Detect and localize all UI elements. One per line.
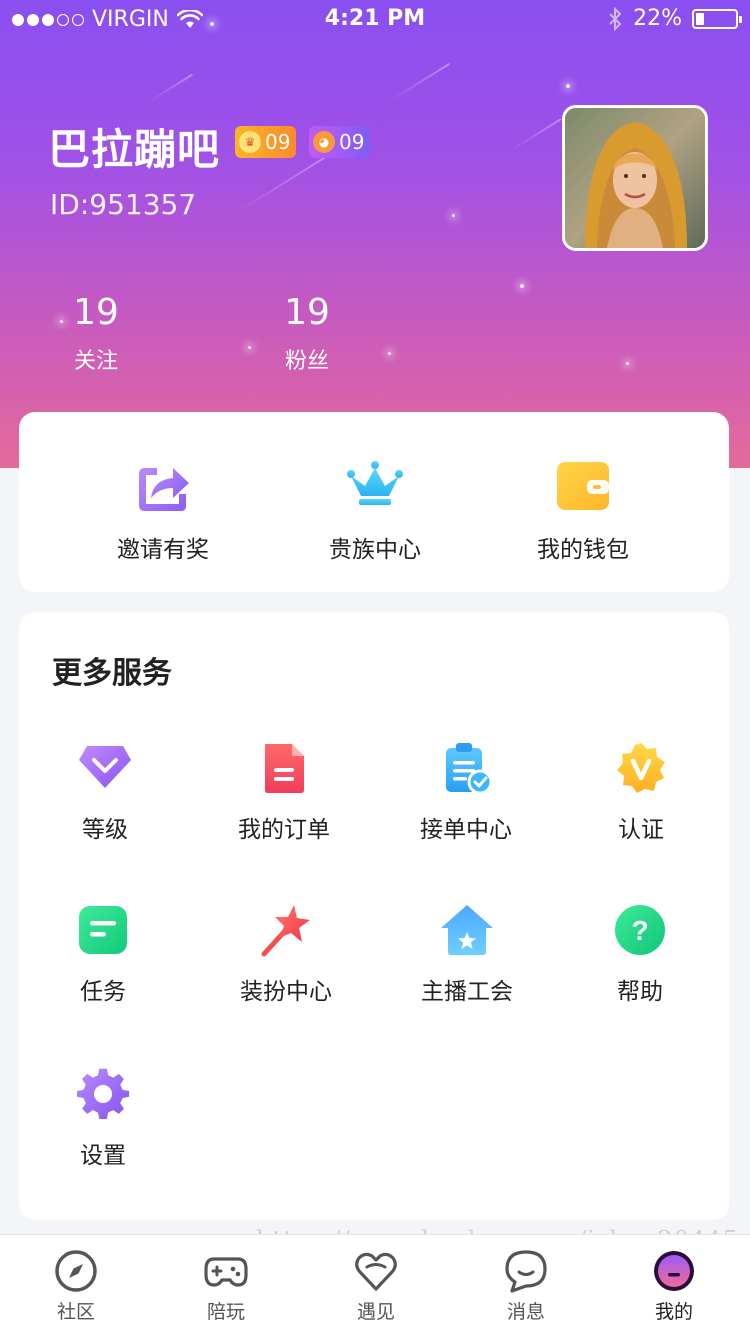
compass-icon [55, 1250, 97, 1292]
tab-meet-label: 遇见 [356, 1301, 395, 1323]
following-label: 关注 [73, 349, 118, 374]
more-services-card: 更多服务 等级 我的订单 接单中心 认证 任务 装扮中心 主播工会 ? 帮助 设… [19, 612, 729, 1220]
service-help[interactable]: ? 帮助 [570, 902, 710, 1006]
wealth-level-value: 09 [265, 130, 291, 154]
task-icon [79, 906, 127, 954]
service-verification-label: 认证 [618, 817, 664, 843]
tab-play-companion[interactable]: 陪玩 [176, 1249, 276, 1324]
invite-reward-label: 邀请有奖 [117, 537, 209, 563]
following-count: 19 [73, 292, 119, 333]
service-help-label: 帮助 [617, 979, 663, 1005]
avatar[interactable] [562, 105, 708, 251]
user-id: ID:951357 [50, 188, 197, 221]
battery-icon [692, 8, 742, 29]
help-question-icon: ? [615, 905, 665, 955]
fans-label: 粉丝 [284, 349, 329, 374]
magic-wand-star-icon [261, 905, 310, 957]
tab-play-companion-label: 陪玩 [206, 1301, 245, 1323]
tab-messages-label: 消息 [506, 1301, 545, 1323]
clipboard-check-icon [446, 743, 493, 795]
my-wallet-label: 我的钱包 [537, 537, 629, 563]
service-level-label: 等级 [82, 817, 128, 843]
charm-level-value: 09 [339, 130, 365, 154]
tab-community-label: 社区 [56, 1301, 95, 1323]
service-my-orders[interactable]: 我的订单 [214, 740, 354, 844]
more-services-title: 更多服务 [52, 656, 172, 691]
svg-text:?: ? [631, 915, 648, 946]
crown-icon [347, 461, 403, 505]
profile-avatar-icon [654, 1251, 694, 1291]
heart-icon [355, 1252, 397, 1291]
service-anchor-guild[interactable]: 主播工会 [397, 902, 537, 1006]
fans-stat[interactable]: 19 粉丝 [247, 292, 367, 375]
diamond-level-icon [79, 746, 131, 788]
service-my-orders-label: 我的订单 [238, 817, 330, 843]
service-order-center[interactable]: 接单中心 [396, 740, 536, 844]
gamepad-icon [204, 1257, 248, 1287]
service-settings-label: 设置 [80, 1143, 126, 1169]
order-document-icon [265, 744, 304, 793]
service-level[interactable]: 等级 [35, 740, 175, 844]
tab-mine[interactable]: 我的 [624, 1249, 724, 1324]
tab-messages[interactable]: 消息 [476, 1249, 576, 1324]
service-dressup-center[interactable]: 装扮中心 [216, 902, 356, 1006]
invite-reward-button[interactable]: 邀请有奖 [83, 456, 243, 564]
gear-icon [77, 1068, 130, 1120]
charm-face-icon: ◕ [313, 131, 335, 153]
following-stat[interactable]: 19 关注 [36, 292, 156, 375]
fans-count: 19 [284, 292, 330, 333]
battery-percent: 22% [633, 6, 682, 31]
service-dressup-center-label: 装扮中心 [240, 979, 332, 1005]
bottom-tab-bar: 社区 陪玩 遇见 消息 我的 [0, 1234, 750, 1334]
noble-center-button[interactable]: 贵族中心 [295, 456, 455, 564]
service-verification[interactable]: 认证 [571, 740, 711, 844]
noble-center-label: 贵族中心 [329, 537, 421, 563]
wallet-icon [557, 462, 609, 510]
wealth-level-badge[interactable]: ♛ 09 [235, 126, 297, 158]
verified-v-badge-icon [617, 743, 665, 793]
service-order-center-label: 接单中心 [420, 817, 512, 843]
service-tasks[interactable]: 任务 [33, 902, 173, 1006]
my-wallet-button[interactable]: 我的钱包 [503, 456, 663, 564]
status-bar: VIRGIN 4:21 PM 22% [0, 0, 750, 40]
service-tasks-label: 任务 [80, 979, 126, 1005]
tab-mine-label: 我的 [654, 1301, 693, 1323]
service-anchor-guild-label: 主播工会 [421, 979, 513, 1005]
chat-bubble-icon [505, 1250, 547, 1293]
tab-meet[interactable]: 遇见 [326, 1249, 426, 1324]
crown-coin-icon: ♛ [239, 131, 261, 153]
user-nickname: 巴拉蹦吧 [48, 125, 221, 174]
house-star-icon [441, 905, 493, 955]
tab-community[interactable]: 社区 [26, 1249, 126, 1324]
quick-actions-card: 邀请有奖 贵族中心 我的钱包 [19, 412, 729, 592]
share-icon [139, 468, 189, 511]
bluetooth-icon [609, 6, 622, 31]
service-settings[interactable]: 设置 [33, 1066, 173, 1170]
charm-level-badge[interactable]: ◕ 09 [309, 126, 371, 158]
